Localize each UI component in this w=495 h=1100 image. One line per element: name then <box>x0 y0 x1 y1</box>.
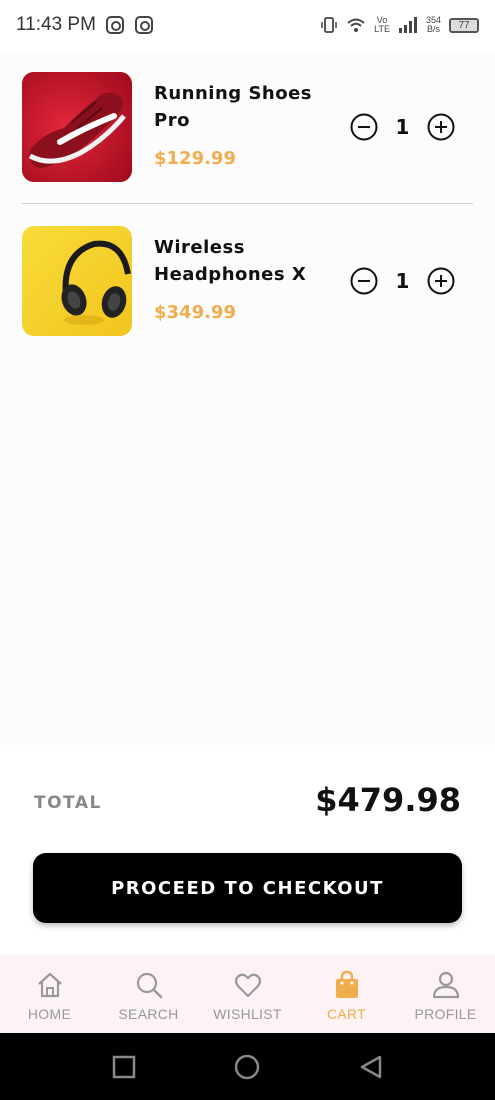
proceed-to-checkout-button[interactable]: PROCEED TO CHECKOUT <box>33 853 462 923</box>
system-nav-bar <box>0 1033 495 1100</box>
data-speed-unit: B/s <box>426 24 440 34</box>
bottom-nav: HOME SEARCH WISHLIST CART PROFILE <box>0 955 495 1033</box>
increase-quantity-button[interactable] <box>427 113 455 141</box>
nav-label-wishlist: WISHLIST <box>213 1006 282 1022</box>
shopping-bag-icon <box>335 970 358 998</box>
increase-quantity-button[interactable] <box>427 267 455 295</box>
home-icon <box>37 972 62 998</box>
nav-label-search: SEARCH <box>118 1006 179 1022</box>
nav-label-cart: CART <box>326 1006 367 1022</box>
data-speed-indicator: 354 B/s <box>426 16 441 34</box>
nav-label-profile: PROFILE <box>414 1006 477 1022</box>
nav-item-cart[interactable]: CART <box>297 955 396 1033</box>
instagram-notification-icon <box>105 16 124 34</box>
search-icon <box>136 972 162 999</box>
home-system-button[interactable] <box>234 1054 260 1080</box>
running-shoe-image[interactable] <box>22 72 132 182</box>
battery-icon: 77 <box>449 17 479 33</box>
cart-item: Wireless Headphones X $349.99 1 <box>22 226 473 336</box>
item-divider <box>22 203 473 204</box>
quantity-value: 1 <box>395 269 410 293</box>
lte-text: LTE <box>374 24 390 34</box>
decrease-quantity-button[interactable] <box>350 267 378 295</box>
product-name[interactable]: Running Shoes Pro <box>154 80 329 134</box>
instagram-notification-icon-2 <box>134 16 153 34</box>
heart-icon <box>234 973 261 998</box>
cart-list: Running Shoes Pro $129.99 1 Wireless Hea… <box>22 72 473 336</box>
cart-item: Running Shoes Pro $129.99 1 <box>22 72 473 204</box>
vibrate-icon <box>321 17 337 33</box>
quantity-value: 1 <box>395 115 410 139</box>
decrease-quantity-button[interactable] <box>350 113 378 141</box>
status-indicators: Vo LTE 354 B/s 77 <box>320 16 479 34</box>
total-label: TOTAL <box>34 793 102 813</box>
total-value: $479.98 <box>315 781 461 819</box>
volte-indicator: Vo LTE <box>374 16 390 34</box>
user-icon <box>432 971 459 999</box>
quantity-stepper: 1 <box>350 266 455 296</box>
black-headphones-icon <box>22 226 132 336</box>
signal-icon <box>398 17 417 33</box>
red-running-shoe-icon <box>22 72 132 182</box>
recent-apps-button[interactable] <box>111 1054 137 1080</box>
nav-label-home: HOME <box>27 1006 72 1022</box>
order-summary: TOTAL $479.98 PROCEED TO CHECKOUT <box>0 745 495 955</box>
status-time: 11:43 PM <box>16 14 96 35</box>
nav-item-home[interactable]: HOME <box>0 955 99 1033</box>
wifi-icon <box>347 18 365 32</box>
quantity-stepper: 1 <box>350 112 455 142</box>
nav-item-search[interactable]: SEARCH <box>99 955 198 1033</box>
product-price: $129.99 <box>154 148 236 169</box>
product-price: $349.99 <box>154 302 236 323</box>
status-bar: 11:43 PM Vo LTE 354 B/s 77 <box>0 0 495 50</box>
product-name[interactable]: Wireless Headphones X <box>154 234 329 288</box>
back-button[interactable] <box>358 1054 384 1080</box>
headphones-image[interactable] <box>22 226 132 336</box>
nav-item-profile[interactable]: PROFILE <box>396 955 495 1033</box>
nav-item-wishlist[interactable]: WISHLIST <box>198 955 297 1033</box>
